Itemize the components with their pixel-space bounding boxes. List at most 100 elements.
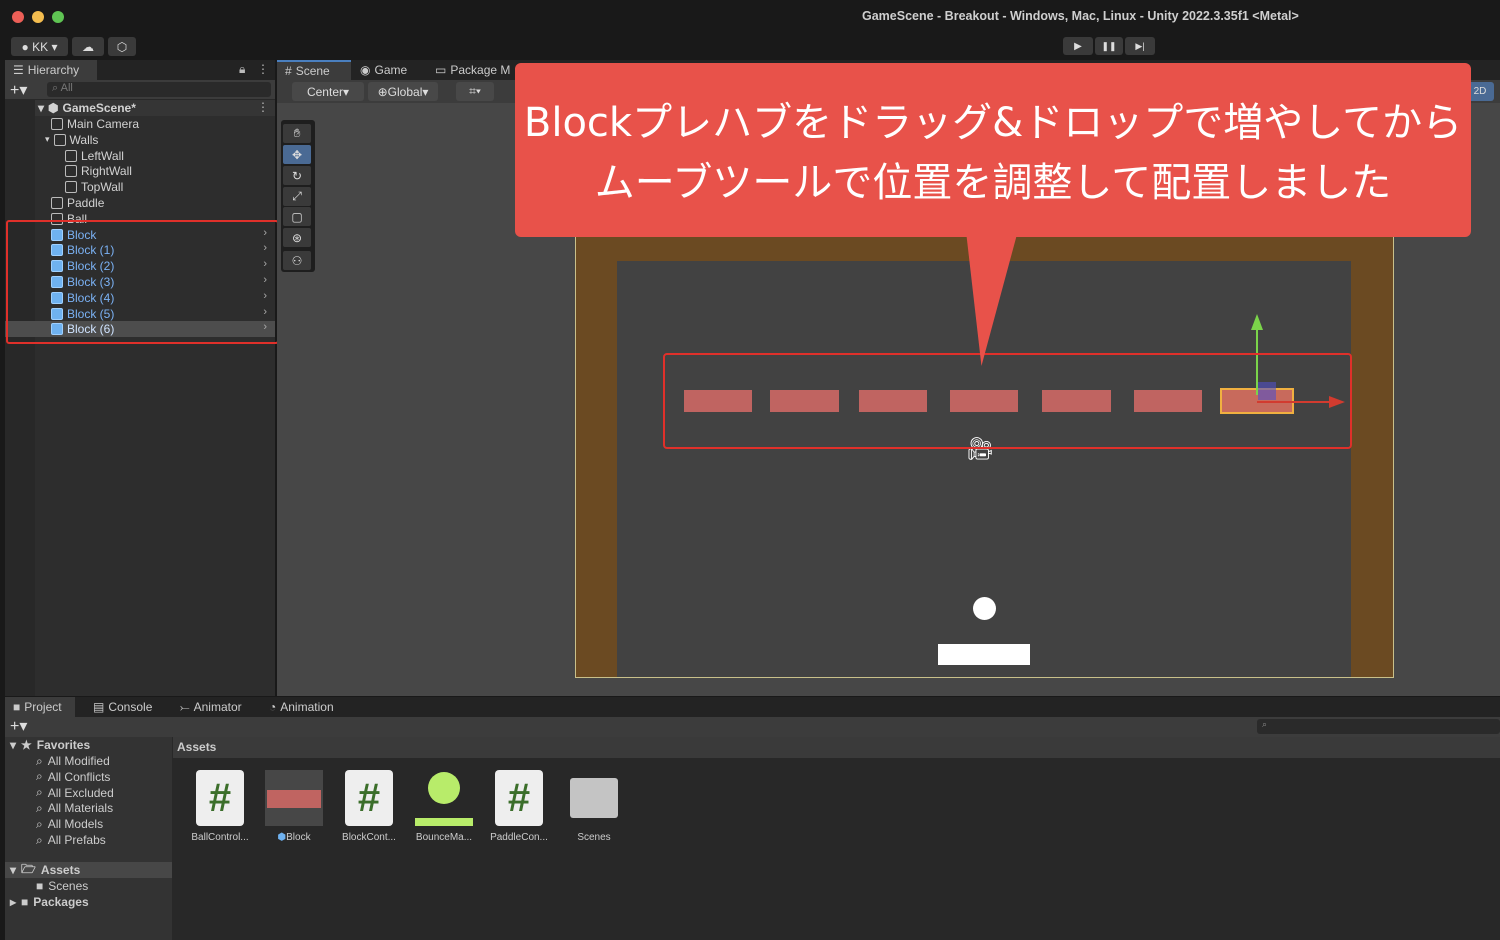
transform-tool[interactable]: ⊛ xyxy=(283,228,311,247)
assets-folder[interactable]: ▾ 🗁︎ Assets xyxy=(10,862,80,878)
account-label: KK xyxy=(32,39,49,54)
asset-paddlecontroller[interactable]: # PaddleCon... xyxy=(484,770,554,843)
scene-root[interactable]: ▾ ⬢ GameScene* xyxy=(38,100,136,116)
close-window-button[interactable] xyxy=(12,11,24,23)
csharp-script-icon: # xyxy=(196,770,244,826)
add-button[interactable]: +▾ xyxy=(10,80,27,100)
hierarchy-item-label: Walls xyxy=(69,132,99,147)
favorite-item[interactable]: ⌕ All Models xyxy=(36,816,103,832)
gameobject-icon xyxy=(53,133,66,146)
search-icon: ⌕ xyxy=(36,800,43,815)
favorite-label: All Prefabs xyxy=(47,833,106,847)
asset-ballcontroller[interactable]: # BallControl... xyxy=(185,770,255,843)
tab-game[interactable]: ◉ Game xyxy=(352,60,415,80)
asset-block-prefab[interactable]: ⬢Block xyxy=(259,770,329,843)
unity-icon: ⬢ xyxy=(48,101,59,115)
favorite-label: All Excluded xyxy=(47,785,114,800)
custom-tool-icon: ⚇ xyxy=(291,253,303,268)
hierarchy-item[interactable]: ▾ Walls xyxy=(45,132,98,148)
favorites-folder[interactable]: ▾ ★ Favorites xyxy=(10,737,90,753)
hierarchy-item[interactable]: Paddle xyxy=(51,195,104,211)
packages-folder[interactable]: ▸ ■ Packages xyxy=(10,894,89,910)
tab-hierarchy[interactable]: ☰ Hierarchy xyxy=(5,60,97,80)
tab-label: Console xyxy=(108,700,153,714)
window-title: GameScene - Breakout - Windows, Mac, Lin… xyxy=(862,9,1299,23)
favorite-item[interactable]: ⌕ All Excluded xyxy=(36,785,114,801)
ball[interactable] xyxy=(973,597,996,620)
lock-icon[interactable]: 🔒︎ xyxy=(239,62,245,77)
search-placeholder: All xyxy=(60,82,73,94)
scale-tool[interactable]: ⤢ xyxy=(283,187,311,206)
move-icon: ✥ xyxy=(291,147,303,162)
folder-open-icon: 🗁︎ xyxy=(21,861,36,876)
tab-project[interactable]: ■ Project xyxy=(5,697,75,717)
hierarchy-highlight-box xyxy=(6,220,279,344)
more-icon[interactable]: ⋮ xyxy=(257,62,269,76)
folder-icon: ■ xyxy=(13,700,21,714)
search-icon: ⌕ xyxy=(36,785,43,800)
tab-animator[interactable]: ⤚ Animator xyxy=(172,697,250,717)
hand-tool[interactable]: ✋︎ xyxy=(283,124,311,143)
hierarchy-item-label: Main Camera xyxy=(67,117,140,131)
search-icon: ⌕ xyxy=(36,816,43,831)
rotate-tool[interactable]: ↻ xyxy=(283,166,311,185)
favorites-label: Favorites xyxy=(36,738,91,752)
pivot-dropdown[interactable]: Center ▾ xyxy=(292,82,364,101)
prefab-icon: ⬢ xyxy=(277,832,287,843)
gameobject-icon xyxy=(51,118,63,130)
tab-package-manager[interactable]: ▭ Package M xyxy=(427,60,518,80)
console-icon: ▤ xyxy=(93,700,105,714)
left-wall[interactable] xyxy=(576,231,617,677)
tab-scene[interactable]: # Scene xyxy=(277,60,351,80)
pause-button[interactable]: ❚❚ xyxy=(1095,37,1123,55)
services-button[interactable]: ⬡ xyxy=(108,37,136,56)
favorite-item[interactable]: ⌕ All Modified xyxy=(36,753,110,769)
hierarchy-item[interactable]: LeftWall xyxy=(65,148,124,164)
asset-label: BlockCont... xyxy=(342,832,396,843)
hierarchy-panel: ☰ Hierarchy 🔒︎ ⋮ +▾ ⌕ All ▾ ⬢ GameScene* ⋮… xyxy=(5,60,275,696)
hierarchy-item[interactable]: TopWall xyxy=(65,179,123,195)
tab-label: Package M xyxy=(450,63,511,77)
tab-console[interactable]: ▤ Console xyxy=(85,697,160,717)
gameobject-icon xyxy=(65,181,77,194)
scale-icon: ⤢ xyxy=(292,189,302,203)
rect-tool[interactable]: ▢ xyxy=(283,207,311,226)
move-tool[interactable]: ✥ xyxy=(283,145,311,164)
folder-icon xyxy=(570,778,618,818)
scene-menu-icon[interactable]: ⋮ xyxy=(257,100,269,114)
cloud-icon: ☁ xyxy=(82,39,94,54)
space-dropdown[interactable]: ⊕ Global ▾ xyxy=(368,82,438,101)
scenes-folder[interactable]: ■ Scenes xyxy=(36,878,88,894)
snap-dropdown[interactable]: ⌗▾ xyxy=(456,82,494,101)
cloud-button[interactable]: ☁ xyxy=(72,37,104,56)
y-arrow-icon[interactable] xyxy=(1251,314,1263,330)
favorite-item[interactable]: ⌕ All Materials xyxy=(36,800,113,816)
callout-pointer xyxy=(957,236,1017,366)
animator-icon: ⤚ xyxy=(180,699,190,714)
right-wall[interactable] xyxy=(1351,231,1393,677)
create-button[interactable]: +▾ xyxy=(10,716,27,736)
play-button[interactable]: ▶ xyxy=(1063,37,1093,55)
asset-scenes-folder[interactable]: Scenes xyxy=(559,770,629,843)
minimize-window-button[interactable] xyxy=(32,11,44,23)
gameobject-icon xyxy=(65,165,77,178)
paddle[interactable] xyxy=(938,644,1030,665)
gamepad-icon: ◉ xyxy=(360,63,371,77)
hierarchy-item[interactable]: Main Camera xyxy=(51,116,139,132)
asset-bouncematerial[interactable]: BounceMa... xyxy=(409,770,479,843)
hand-icon: ✋︎ xyxy=(293,126,301,140)
maximize-window-button[interactable] xyxy=(52,11,64,23)
project-search-input[interactable]: ⌕ xyxy=(1257,719,1500,734)
asset-blockcontroller[interactable]: # BlockCont... xyxy=(334,770,404,843)
favorite-item[interactable]: ⌕ All Conflicts xyxy=(36,769,110,785)
blocks-highlight-box xyxy=(663,353,1352,449)
hierarchy-item-label: RightWall xyxy=(81,164,132,179)
account-dropdown[interactable]: ● KK ▾ xyxy=(11,37,68,56)
hierarchy-search-input[interactable]: ⌕ All xyxy=(47,82,271,97)
custom-tool[interactable]: ⚇ xyxy=(283,251,311,270)
hierarchy-item[interactable]: RightWall xyxy=(65,163,132,179)
step-button[interactable]: ▶| xyxy=(1125,37,1155,55)
tab-label: Animator xyxy=(193,700,242,714)
favorite-item[interactable]: ⌕ All Prefabs xyxy=(36,832,106,848)
tab-animation[interactable]: ◔ Animation xyxy=(261,697,342,717)
